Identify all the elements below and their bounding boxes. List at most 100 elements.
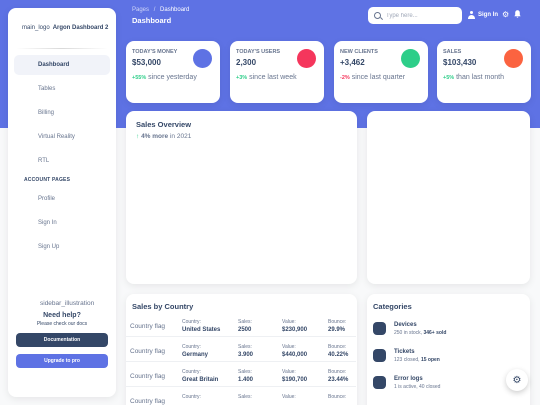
breadcrumb: Pages / Dashboard xyxy=(132,7,189,13)
bounce-header: Bounce: xyxy=(328,394,347,400)
stat-footer: +5% than last month xyxy=(443,72,513,84)
bell-icon[interactable] xyxy=(514,10,521,21)
list-item[interactable]: Error logs 1 is active, 40 closed xyxy=(373,376,440,390)
ticket-icon xyxy=(373,349,386,362)
table-row: Country flag Country: Sales: Value: Boun… xyxy=(126,392,356,405)
breadcrumb-current: Dashboard xyxy=(160,7,190,13)
category-detail: 250 in stock, 346+ sold xyxy=(394,330,446,336)
value-header: Value: xyxy=(282,394,296,400)
category-name: Devices xyxy=(394,322,417,328)
category-name: Error logs xyxy=(394,376,423,382)
sidebar-item-billing[interactable]: Billing xyxy=(14,103,110,123)
country-value: Germany xyxy=(182,352,209,358)
sidebar-item-dashboard[interactable]: Dashboard xyxy=(14,55,110,75)
account-pages-heading: ACCOUNT PAGES xyxy=(24,177,71,183)
category-detail-bold: 15 open xyxy=(420,357,440,363)
category-detail-text: 123 closed, xyxy=(394,357,421,363)
upgrade-button[interactable]: Upgrade to pro xyxy=(16,354,108,368)
bounce-value: 29.9% xyxy=(328,327,346,333)
clients-icon xyxy=(401,49,420,68)
categories-card: Categories Devices 250 in stock, 346+ so… xyxy=(367,294,530,405)
bounce-value: 40.22% xyxy=(328,352,349,358)
sidebar-item-tables[interactable]: Tables xyxy=(14,79,110,99)
stat-change-text: since yesterday xyxy=(146,74,197,81)
stat-change: +3% xyxy=(236,75,248,81)
stat-footer: +3% since last week xyxy=(236,72,306,84)
stat-label: TODAY'S MONEY xyxy=(132,49,178,55)
help-card: sidebar_illustration Need help? Please c… xyxy=(8,300,116,368)
list-item[interactable]: Devices 250 in stock, 346+ sold xyxy=(373,322,446,336)
carousel-card xyxy=(367,111,530,284)
value-header: Value: xyxy=(282,344,296,350)
category-name: Tickets xyxy=(394,349,415,355)
arrow-up-icon: ↑ xyxy=(136,133,140,140)
table-row: Country flag Country: Germany Sales: 3.900… xyxy=(126,342,356,362)
list-item[interactable]: Tickets 123 closed, 15 open xyxy=(373,349,440,363)
documentation-button[interactable]: Documentation xyxy=(16,333,108,347)
sign-in-link[interactable]: Sign In xyxy=(468,11,498,19)
sidebar-item-profile[interactable]: Profile xyxy=(14,189,110,209)
value-header: Value: xyxy=(282,369,296,375)
country-flag: Country flag xyxy=(130,348,166,355)
stat-value: $53,000 xyxy=(132,58,161,67)
sales-header: Sales: xyxy=(238,319,252,325)
stat-change-text: since last quarter xyxy=(349,74,406,81)
value-value: $230,900 xyxy=(282,327,308,333)
overview-suffix: in 2021 xyxy=(168,133,192,140)
user-icon xyxy=(468,11,475,19)
sidebar-item-sign-up[interactable]: Sign Up xyxy=(14,237,110,257)
sales-by-country-title: Sales by Country xyxy=(132,302,194,311)
sidebar-illustration-alt: sidebar_illustration xyxy=(40,300,95,307)
bounce-header: Bounce: xyxy=(328,369,347,375)
breadcrumb-separator: / xyxy=(153,7,156,13)
sales-header: Sales: xyxy=(238,369,252,375)
stat-footer: +55% since yesterday xyxy=(132,72,202,84)
country-header: Country: xyxy=(182,369,201,375)
search-icon xyxy=(374,12,381,19)
breadcrumb-pages[interactable]: Pages xyxy=(132,7,149,13)
stat-change: +5% xyxy=(443,75,455,81)
gear-icon[interactable]: ⚙ xyxy=(502,10,509,20)
category-detail: 123 closed, 15 open xyxy=(394,357,440,363)
stat-label: TODAY'S USERS xyxy=(236,49,281,55)
sales-overview-subtitle: ↑ 4% more in 2021 xyxy=(136,133,347,140)
error-log-icon xyxy=(373,376,386,389)
sidebar-item-rtl[interactable]: RTL xyxy=(14,151,110,171)
stat-change: +55% xyxy=(132,75,147,81)
country-header: Country: xyxy=(182,394,201,400)
sales-header: Sales: xyxy=(238,344,252,350)
stat-label: NEW CLIENTS xyxy=(340,49,378,55)
bounce-value: 23.44% xyxy=(328,377,349,383)
value-value: $190,700 xyxy=(282,377,308,383)
sales-value: 3.900 xyxy=(238,352,254,358)
country-flag: Country flag xyxy=(130,323,166,330)
users-icon xyxy=(297,49,316,68)
sales-by-country-card: Sales by Country Country flag Country: Un… xyxy=(126,294,357,405)
value-value: $440,000 xyxy=(282,352,308,358)
overview-pct: 4% more xyxy=(141,133,169,140)
country-value: United States xyxy=(182,327,221,333)
sidebar-item-virtual-reality[interactable]: Virtual Reality xyxy=(14,127,110,147)
money-icon xyxy=(193,49,212,68)
stat-value: 2,300 xyxy=(236,58,257,67)
help-subtitle: Please check our docs xyxy=(36,321,88,327)
category-detail: 1 is active, 40 closed xyxy=(394,384,440,390)
category-detail-bold: 346+ sold xyxy=(423,330,447,336)
gear-icon[interactable]: ⚙ xyxy=(506,369,528,391)
stat-card-users: TODAY'S USERS 2,300 +3% since last week xyxy=(230,41,324,103)
sales-header: Sales: xyxy=(238,394,252,400)
brand[interactable]: main_logo Argon Dashboard 2 xyxy=(8,14,116,42)
bounce-header: Bounce: xyxy=(328,344,347,350)
bounce-header: Bounce: xyxy=(328,319,347,325)
table-row: Country flag Country: Great Britain Sales… xyxy=(126,367,356,387)
stat-change-text: than last month xyxy=(454,74,504,81)
search-input[interactable] xyxy=(386,12,456,19)
page-title: Dashboard xyxy=(132,16,172,25)
sidebar: main_logo Argon Dashboard 2 Dashboard Ta… xyxy=(8,8,116,397)
country-value: Great Britain xyxy=(182,377,219,383)
brand-logo-alt: main_logo xyxy=(22,25,50,31)
search-box[interactable] xyxy=(368,7,462,24)
sales-overview-title: Sales Overview xyxy=(136,120,192,129)
category-detail-text: 1 is active, 40 closed xyxy=(394,384,441,390)
sidebar-item-sign-in[interactable]: Sign In xyxy=(14,213,110,233)
